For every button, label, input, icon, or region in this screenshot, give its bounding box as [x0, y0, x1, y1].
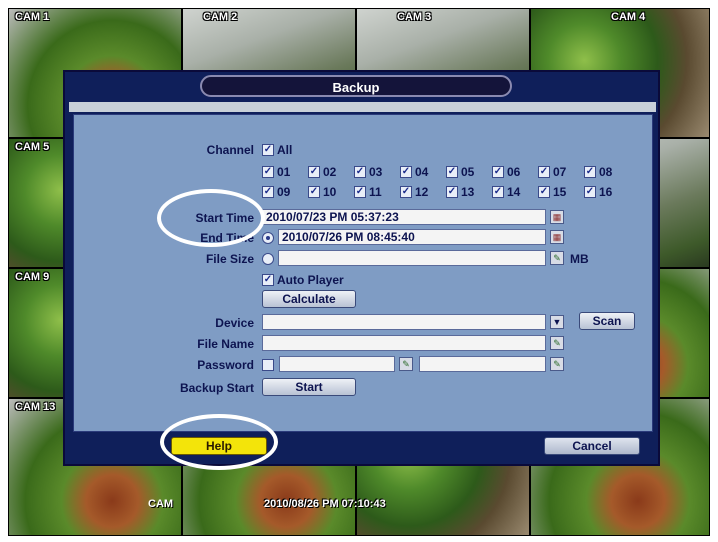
channel-label-03: 03: [369, 165, 383, 179]
device-label: Device: [215, 316, 254, 330]
channel-all-label: All: [277, 143, 293, 157]
password-field[interactable]: [279, 356, 395, 372]
channel-checkbox-10[interactable]: ✓: [308, 186, 320, 198]
camera-label: CAM 5: [15, 141, 50, 153]
channel-checkbox-03[interactable]: ✓: [354, 166, 366, 178]
start-button[interactable]: Start: [262, 378, 356, 396]
channel-label-05: 05: [461, 165, 475, 179]
dialog-title: Backup: [200, 75, 512, 97]
channel-label-14: 14: [507, 185, 521, 199]
scan-button[interactable]: Scan: [579, 312, 635, 330]
channel-label-11: 11: [369, 185, 382, 199]
channel-label-15: 15: [553, 185, 567, 199]
channel-label-09: 09: [277, 185, 291, 199]
file-size-radio[interactable]: [262, 253, 274, 265]
channel-label-13: 13: [461, 185, 475, 199]
auto-player-checkbox[interactable]: ✓: [262, 274, 274, 286]
edit-icon[interactable]: ✎: [550, 357, 564, 371]
password-checkbox[interactable]: [262, 359, 274, 371]
channel-checkbox-01[interactable]: ✓: [262, 166, 274, 178]
dropdown-arrow-icon[interactable]: ▼: [550, 315, 564, 329]
backup-dialog: Backup Channel ✓ All ✓ 01 ✓ 02 ✓ 03 ✓ 04 ✓ 05 ✓ 06 ✓…: [63, 70, 660, 466]
highlight-oval: [160, 414, 278, 470]
channel-all-checkbox[interactable]: ✓: [262, 144, 274, 156]
channel-label-02: 02: [323, 165, 337, 179]
camera-label: CAM 3: [397, 11, 432, 23]
channel-label-08: 08: [599, 165, 613, 179]
file-name-label: File Name: [197, 337, 254, 351]
dialog-title-bar: Backup: [65, 72, 658, 100]
channel-checkbox-06[interactable]: ✓: [492, 166, 504, 178]
channel-checkbox-05[interactable]: ✓: [446, 166, 458, 178]
channel-checkbox-04[interactable]: ✓: [400, 166, 412, 178]
file-size-field[interactable]: [278, 250, 546, 266]
channel-checkbox-15[interactable]: ✓: [538, 186, 550, 198]
calculate-button[interactable]: Calculate: [262, 290, 356, 308]
channel-label-07: 07: [553, 165, 567, 179]
edit-icon[interactable]: ✎: [550, 336, 564, 350]
edit-icon[interactable]: ✎: [550, 251, 564, 265]
channel-checkbox-11[interactable]: ✓: [354, 186, 366, 198]
highlight-oval: [157, 189, 265, 247]
camera-label: CAM 9: [15, 271, 50, 283]
password-confirm-field[interactable]: [419, 356, 546, 372]
edit-icon[interactable]: ✎: [399, 357, 413, 371]
cancel-button[interactable]: Cancel: [544, 437, 640, 455]
password-label: Password: [197, 358, 254, 372]
channel-label: Channel: [206, 143, 254, 157]
calendar-icon[interactable]: ▦: [550, 210, 564, 224]
backup-start-label: Backup Start: [179, 381, 254, 395]
camera-label: CAM 2: [203, 11, 238, 23]
channel-checkbox-16[interactable]: ✓: [584, 186, 596, 198]
camera-label: CAM 4: [611, 11, 646, 23]
file-size-label: File Size: [205, 252, 254, 266]
device-select[interactable]: [262, 314, 546, 330]
channel-checkbox-13[interactable]: ✓: [446, 186, 458, 198]
dialog-divider: [69, 102, 656, 112]
auto-player-label: Auto Player: [277, 273, 344, 287]
channel-checkbox-14[interactable]: ✓: [492, 186, 504, 198]
start-time-field[interactable]: 2010/07/23 PM 05:37:23: [262, 209, 546, 225]
channel-label-06: 06: [507, 165, 521, 179]
channel-checkbox-09[interactable]: ✓: [262, 186, 274, 198]
end-time-radio[interactable]: [262, 232, 274, 244]
channel-label-04: 04: [415, 165, 429, 179]
channel-checkbox-02[interactable]: ✓: [308, 166, 320, 178]
end-time-field[interactable]: 2010/07/26 PM 08:45:40: [278, 229, 546, 245]
osd-timestamp: 2010/08/26 PM 07:10:43: [264, 498, 386, 510]
channel-checkbox-12[interactable]: ✓: [400, 186, 412, 198]
dialog-body: Channel ✓ All ✓ 01 ✓ 02 ✓ 03 ✓ 04 ✓ 05 ✓ 06 ✓ 07 ✓ 08 ✓ 0…: [73, 114, 653, 432]
file-name-field[interactable]: [262, 335, 546, 351]
file-size-unit: MB: [570, 252, 589, 266]
channel-checkbox-08[interactable]: ✓: [584, 166, 596, 178]
calendar-icon[interactable]: ▦: [550, 230, 564, 244]
channel-checkbox-07[interactable]: ✓: [538, 166, 550, 178]
osd-camera-label: CAM: [148, 498, 174, 510]
camera-label: CAM 13: [15, 401, 56, 413]
camera-label: CAM 1: [15, 11, 50, 23]
channel-label-10: 10: [323, 185, 337, 199]
channel-label-12: 12: [415, 185, 429, 199]
channel-label-01: 01: [277, 165, 291, 179]
channel-label-16: 16: [599, 185, 613, 199]
